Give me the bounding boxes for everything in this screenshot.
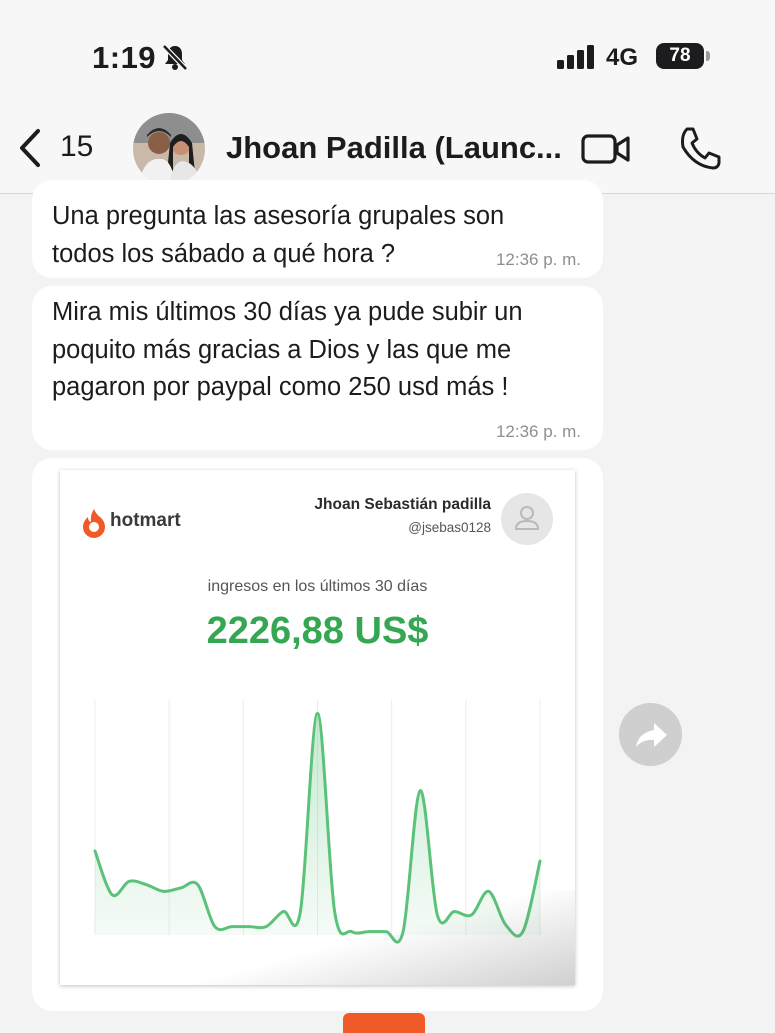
phone-call-icon[interactable] [678,125,722,171]
network-type: 4G [606,44,639,71]
battery-indicator: 78 [656,43,704,69]
message-bubble[interactable]: Mira mis últimos 30 días ya pude subir u… [32,286,603,450]
account-handle: @jsebas0128 [408,520,491,535]
status-bar: 1:19 4G 78 [0,0,775,105]
back-chevron-icon[interactable] [14,127,44,169]
hotmart-brand: hotmart [110,510,181,531]
message-bubble[interactable]: Una pregunta las asesoría grupales son t… [32,180,603,278]
income-label: ingresos en los últimos 30 días [207,578,428,595]
account-name: Jhoan Sebastián padilla [314,496,491,513]
bell-off-icon [162,44,188,71]
income-value: 2226,88 US$ [206,610,429,652]
chart-area-fill [95,713,540,943]
signal-icon [557,45,594,69]
message-time: 12:36 p. m. [495,250,581,269]
contact-name[interactable]: Jhoan Padilla (Launc... [226,130,571,166]
user-avatar-icon [501,493,553,545]
next-message-preview [343,1013,425,1033]
contact-avatar[interactable] [133,113,205,185]
status-time: 1:19 [92,40,157,75]
video-call-icon[interactable] [580,129,632,169]
hotmart-screenshot-image[interactable]: hotmart Jhoan Sebastián padilla @jsebas0… [60,470,575,985]
message-text: Una pregunta las asesoría grupales son t… [52,202,505,268]
income-chart [93,700,542,944]
message-time: 12:36 p. m. [495,422,581,441]
battery-nub [706,51,710,61]
message-text: Mira mis últimos 30 días ya pude subir u… [52,298,523,401]
hotmart-flame-icon [83,509,105,538]
back-unread-count[interactable]: 15 [60,130,93,164]
share-forward-icon[interactable] [619,703,682,766]
